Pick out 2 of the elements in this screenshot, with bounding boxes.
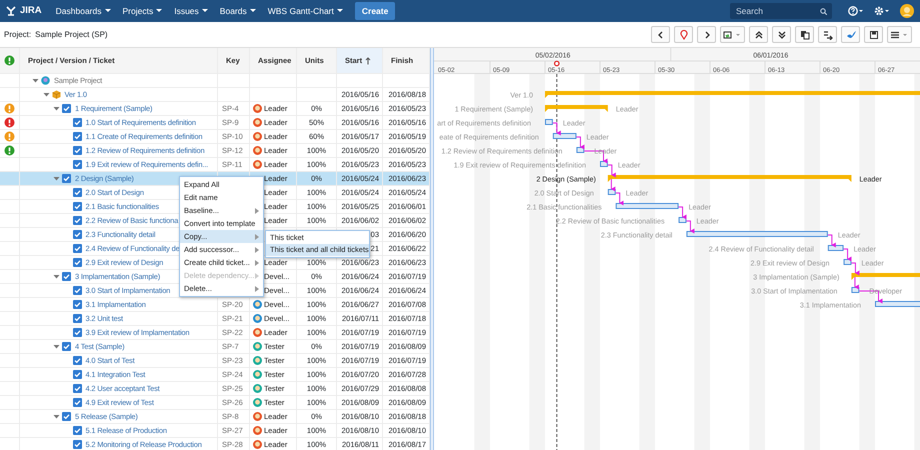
project-name: Sample Project (SP) (35, 28, 108, 40)
project-label: Project: (4, 28, 32, 40)
